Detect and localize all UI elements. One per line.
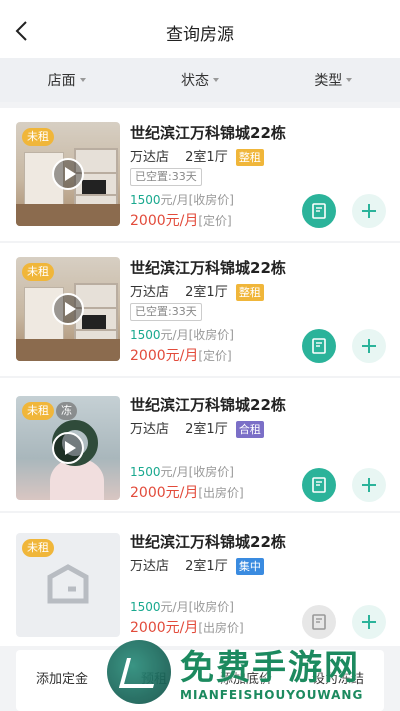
frozen-badge: 冻 (56, 402, 77, 420)
document-icon (312, 203, 326, 219)
rent-price-tag: [定价] (198, 214, 232, 228)
rent-price-tag: [出房价] (198, 486, 244, 500)
collect-price-unit: 元/月[收房价] (160, 193, 234, 207)
add-button[interactable] (352, 605, 386, 639)
room-layout: 2室1厅 (185, 422, 228, 437)
add-button[interactable] (352, 468, 386, 502)
contract-button-disabled[interactable] (302, 605, 336, 639)
listing-query-screen: 查询房源 店面 状态 类型 未租 世纪滨江万科锦城22栋 万达店 2室1厅 整租… (0, 0, 400, 711)
room-layout: 2室1厅 (185, 559, 228, 574)
listing-name: 世纪滨江万科锦城22栋 (130, 259, 286, 277)
collect-price-unit: 元/月[收房价] (160, 465, 234, 479)
watermark-logo (107, 640, 171, 704)
collect-price-value: 1500 (130, 193, 161, 207)
collect-price-value: 1500 (130, 328, 161, 342)
page-title: 查询房源 (166, 25, 234, 45)
filter-type-label: 类型 (314, 73, 343, 89)
filter-type[interactable]: 类型 (267, 58, 400, 102)
document-icon (312, 338, 326, 354)
rental-type-tag: 集中 (235, 558, 264, 575)
collect-price: 1500元/月[收房价] (130, 463, 234, 480)
rent-price: 2000元/月[定价] (130, 345, 232, 365)
plus-icon (362, 339, 376, 353)
rent-price-unit: 元/月 (165, 348, 199, 364)
listing-photo[interactable]: 未租 (16, 533, 120, 637)
caret-down-icon (212, 78, 219, 82)
contract-button[interactable] (302, 194, 336, 228)
play-video-icon[interactable] (52, 293, 84, 325)
store-name: 万达店 (130, 422, 170, 437)
rent-price-unit: 元/月 (165, 213, 199, 229)
filter-store[interactable]: 店面 (0, 58, 133, 102)
listing-meta: 万达店 2室1厅 整租 (130, 146, 276, 166)
rent-price-value: 2000 (130, 348, 166, 364)
plus-icon (362, 478, 376, 492)
rent-price-value: 2000 (130, 485, 166, 501)
plus-icon (362, 204, 376, 218)
play-video-icon[interactable] (52, 432, 84, 464)
room-layout: 2室1厅 (185, 150, 228, 165)
watermark-title: 免费手游网 (180, 648, 360, 688)
play-video-icon[interactable] (52, 158, 84, 190)
collect-price-unit: 元/月[收房价] (160, 600, 234, 614)
listing-card[interactable]: 未租 冻 世纪滨江万科锦城22栋 万达店 2室1厅 合租 1500元/月[收房价… (0, 378, 400, 511)
listing-card[interactable]: 未租 世纪滨江万科锦城22栋 万达店 2室1厅 整租 已空置:33天 1500元… (0, 108, 400, 241)
rent-price: 2000元/月[出房价] (130, 482, 244, 502)
rent-price-tag: [定价] (198, 349, 232, 363)
rent-price-unit: 元/月 (165, 485, 199, 501)
rent-price-value: 2000 (130, 213, 166, 229)
add-deposit-button[interactable]: 添加定金 (16, 668, 108, 687)
listing-card[interactable]: 未租 世纪滨江万科锦城22栋 万达店 2室1厅 整租 已空置:33天 1500元… (0, 243, 400, 376)
rent-price: 2000元/月[定价] (130, 210, 232, 230)
caret-down-icon (346, 78, 353, 82)
collect-price: 1500元/月[收房价] (130, 191, 234, 208)
rent-price-value: 2000 (130, 620, 166, 636)
listing-meta: 万达店 2室1厅 整租 (130, 281, 276, 301)
collect-price-value: 1500 (130, 600, 161, 614)
listing-name: 世纪滨江万科锦城22栋 (130, 124, 286, 142)
rent-price: 2000元/月[出房价] (130, 617, 244, 637)
status-badge: 未租 (22, 539, 54, 557)
listing-photo[interactable]: 未租 冻 (16, 396, 120, 500)
store-name: 万达店 (130, 150, 170, 165)
vacancy-label: 已空置:33天 (130, 168, 202, 186)
collect-price: 1500元/月[收房价] (130, 598, 234, 615)
collect-price: 1500元/月[收房价] (130, 326, 234, 343)
rent-price-unit: 元/月 (165, 620, 199, 636)
listing-photo[interactable]: 未租 (16, 257, 120, 361)
filter-status-label: 状态 (180, 73, 209, 89)
listing-name: 世纪滨江万科锦城22栋 (130, 533, 286, 551)
vacancy-label: 已空置:33天 (130, 303, 202, 321)
add-button[interactable] (352, 194, 386, 228)
store-name: 万达店 (130, 559, 170, 574)
rent-price-tag: [出房价] (198, 621, 244, 635)
listing-meta: 万达店 2室1厅 集中 (130, 555, 276, 575)
listing-meta: 万达店 2室1厅 合租 (130, 418, 276, 438)
caret-down-icon (79, 78, 86, 82)
rental-type-tag: 整租 (235, 149, 264, 166)
listing-name: 世纪滨江万科锦城22栋 (130, 396, 286, 414)
document-icon (312, 614, 326, 630)
document-icon (312, 477, 326, 493)
filter-status[interactable]: 状态 (133, 58, 266, 102)
rental-type-tag: 整租 (235, 284, 264, 301)
filter-bar: 店面 状态 类型 (0, 58, 400, 102)
filter-store-label: 店面 (47, 73, 76, 89)
listing-card[interactable]: 未租 世纪滨江万科锦城22栋 万达店 2室1厅 集中 1500元/月[收房价] … (0, 513, 400, 646)
collect-price-unit: 元/月[收房价] (160, 328, 234, 342)
contract-button[interactable] (302, 468, 336, 502)
listing-photo[interactable]: 未租 (16, 122, 120, 226)
plus-icon (362, 615, 376, 629)
room-layout: 2室1厅 (185, 285, 228, 300)
status-badge: 未租 (22, 402, 54, 420)
collect-price-value: 1500 (130, 465, 161, 479)
store-name: 万达店 (130, 285, 170, 300)
add-button[interactable] (352, 329, 386, 363)
contract-button[interactable] (302, 329, 336, 363)
status-badge: 未租 (22, 263, 54, 281)
status-badge: 未租 (22, 128, 54, 146)
app-header: 查询房源 (0, 0, 400, 58)
watermark-subtitle: MIANFEISHOUYOUWANG (180, 688, 364, 702)
rental-type-tag: 合租 (235, 421, 264, 438)
